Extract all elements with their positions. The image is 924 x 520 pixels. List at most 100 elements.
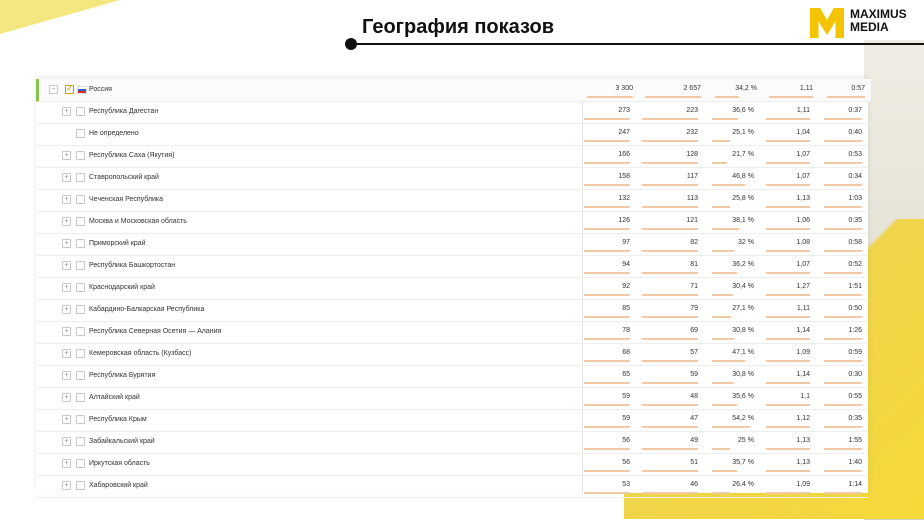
expand-icon[interactable]: + xyxy=(62,195,71,204)
metric-v4: 1,08 xyxy=(796,239,810,246)
metric-bar xyxy=(766,448,810,450)
metric-bar xyxy=(766,206,810,208)
row-checkbox[interactable] xyxy=(76,151,85,160)
logo-line-2: MEDIA xyxy=(850,20,889,34)
metric-bar xyxy=(824,118,862,120)
metric-bar xyxy=(824,184,862,186)
metric-v4: 1,11 xyxy=(799,85,813,92)
row-checkbox[interactable] xyxy=(76,327,85,336)
metric-bar xyxy=(712,206,730,208)
row-checkbox[interactable] xyxy=(76,239,85,248)
row-checkbox[interactable] xyxy=(76,283,85,292)
metric-v4: 1,07 xyxy=(796,173,810,180)
expand-icon[interactable]: + xyxy=(62,151,71,160)
region-name: Алтайский край xyxy=(89,394,140,401)
metric-v1: 166 xyxy=(618,151,630,158)
metric-bar xyxy=(712,162,727,164)
metric-v2: 57 xyxy=(690,349,698,356)
region-name: Республика Крым xyxy=(89,416,147,423)
metric-bar xyxy=(584,140,630,142)
row-checkbox[interactable] xyxy=(76,107,85,116)
metric-bar xyxy=(766,338,810,340)
table-row[interactable]: + Республика Крым 59 47 54,2 % 1,12 0:35 xyxy=(36,409,868,432)
metric-bar xyxy=(642,228,698,230)
table-row-country[interactable]: − Россия 3 300 2 657 34,2 % 1,11 0:57 xyxy=(36,79,871,102)
row-checkbox[interactable] xyxy=(76,129,85,138)
expand-icon[interactable]: + xyxy=(62,261,71,270)
table-row[interactable]: + Республика Саха (Якутия) 166 128 21,7 % 1,0… xyxy=(36,145,868,168)
row-checkbox[interactable] xyxy=(65,83,74,94)
expand-icon[interactable]: + xyxy=(62,349,71,358)
table-row[interactable]: + Иркутская область 56 51 35,7 % 1,13 1:40 xyxy=(36,453,868,476)
metric-v4: 1,07 xyxy=(796,151,810,158)
metric-v5: 0:58 xyxy=(848,239,862,246)
row-checkbox[interactable] xyxy=(76,305,85,314)
row-checkbox[interactable] xyxy=(76,261,85,270)
page-title: География показов xyxy=(362,16,554,38)
metric-v4: 1,13 xyxy=(796,195,810,202)
metric-bar xyxy=(769,96,813,98)
expand-icon[interactable]: + xyxy=(62,327,71,336)
region-name: Республика Дагестан xyxy=(89,108,159,115)
table-row[interactable]: + Чеченская Республика 132 113 25,8 % 1,13 1:0… xyxy=(36,189,868,212)
metric-bar xyxy=(642,404,698,406)
row-checkbox[interactable] xyxy=(76,415,85,424)
expand-icon[interactable]: + xyxy=(62,415,71,424)
row-checkbox[interactable] xyxy=(76,393,85,402)
metric-v3: 26,4 % xyxy=(732,481,754,488)
expand-icon[interactable]: + xyxy=(62,107,71,116)
table-row[interactable]: + Республика Северная Осетия — Алания 78 69… xyxy=(36,321,868,344)
metric-bar xyxy=(712,404,737,406)
table-row[interactable]: Не определено 247 232 25,1 % 1,04 0:40 xyxy=(36,123,868,146)
table-row[interactable]: + Хабаровский край 53 46 26,4 % 1,09 1:14 xyxy=(36,475,868,498)
table-row[interactable]: + Алтайский край 59 48 35,6 % 1,1 0:55 xyxy=(36,387,868,410)
expand-icon[interactable]: + xyxy=(62,393,71,402)
table-row[interactable]: + Москва и Московская область 126 121 38,1 %… xyxy=(36,211,868,234)
expand-icon[interactable]: + xyxy=(62,371,71,380)
expand-icon[interactable]: + xyxy=(62,305,71,314)
expand-icon[interactable]: + xyxy=(62,173,71,182)
table-row[interactable]: + Краснодарский край 92 71 30,4 % 1,27 1:51 xyxy=(36,277,868,300)
row-checkbox[interactable] xyxy=(76,481,85,490)
metric-bar xyxy=(824,404,862,406)
row-checkbox[interactable] xyxy=(76,437,85,446)
collapse-icon[interactable]: − xyxy=(49,85,58,94)
row-checkbox[interactable] xyxy=(76,173,85,182)
expand-icon[interactable]: + xyxy=(62,481,71,490)
row-checkbox[interactable] xyxy=(76,349,85,358)
row-checkbox[interactable] xyxy=(76,217,85,226)
metric-v5: 0:40 xyxy=(848,129,862,136)
table-row[interactable]: + Ставропольский край 158 117 46,8 % 1,07 0:34 xyxy=(36,167,868,190)
metric-bar xyxy=(642,206,698,208)
table-row[interactable]: + Забайкальский край 56 49 25 % 1,13 1:55 xyxy=(36,431,868,454)
metric-v3: 54,2 % xyxy=(732,415,754,422)
table-row[interactable]: + Республика Бурятия 65 59 30,8 % 1,14 0:30 xyxy=(36,365,868,388)
table-row[interactable]: + Республика Башкортостан 94 81 36,2 % 1,07 0:… xyxy=(36,255,868,278)
metric-v1: 92 xyxy=(622,283,630,290)
metric-v3: 30,4 % xyxy=(732,283,754,290)
expand-icon[interactable]: + xyxy=(62,437,71,446)
metric-v5: 0:50 xyxy=(848,305,862,312)
metric-bar xyxy=(642,426,698,428)
metric-bar xyxy=(712,316,731,318)
row-checkbox[interactable] xyxy=(76,371,85,380)
region-name: Хабаровский край xyxy=(89,482,148,489)
expand-icon[interactable]: + xyxy=(62,239,71,248)
metric-bar xyxy=(766,382,810,384)
metric-bar xyxy=(642,360,698,362)
table-row[interactable]: + Республика Дагестан 273 223 36,6 % 1,11 0:37 xyxy=(36,101,868,124)
expand-icon[interactable]: + xyxy=(62,459,71,468)
metric-bar xyxy=(584,448,630,450)
table-row[interactable]: + Приморский край 97 82 32 % 1,08 0:58 xyxy=(36,233,868,256)
metric-v5: 0:53 xyxy=(848,151,862,158)
metric-bar xyxy=(824,470,862,472)
table-row[interactable]: + Кабардино-Балкарская Республика 85 79 27,1… xyxy=(36,299,868,322)
row-checkbox[interactable] xyxy=(76,459,85,468)
metric-v5: 1:40 xyxy=(848,459,862,466)
expand-icon[interactable]: + xyxy=(62,283,71,292)
row-checkbox[interactable] xyxy=(76,195,85,204)
expand-icon[interactable]: + xyxy=(62,217,71,226)
table-row[interactable]: + Кемеровская область (Кузбасс) 68 57 47,1 %… xyxy=(36,343,868,366)
metric-bar xyxy=(766,404,810,406)
metric-v3: 36,6 % xyxy=(732,107,754,114)
